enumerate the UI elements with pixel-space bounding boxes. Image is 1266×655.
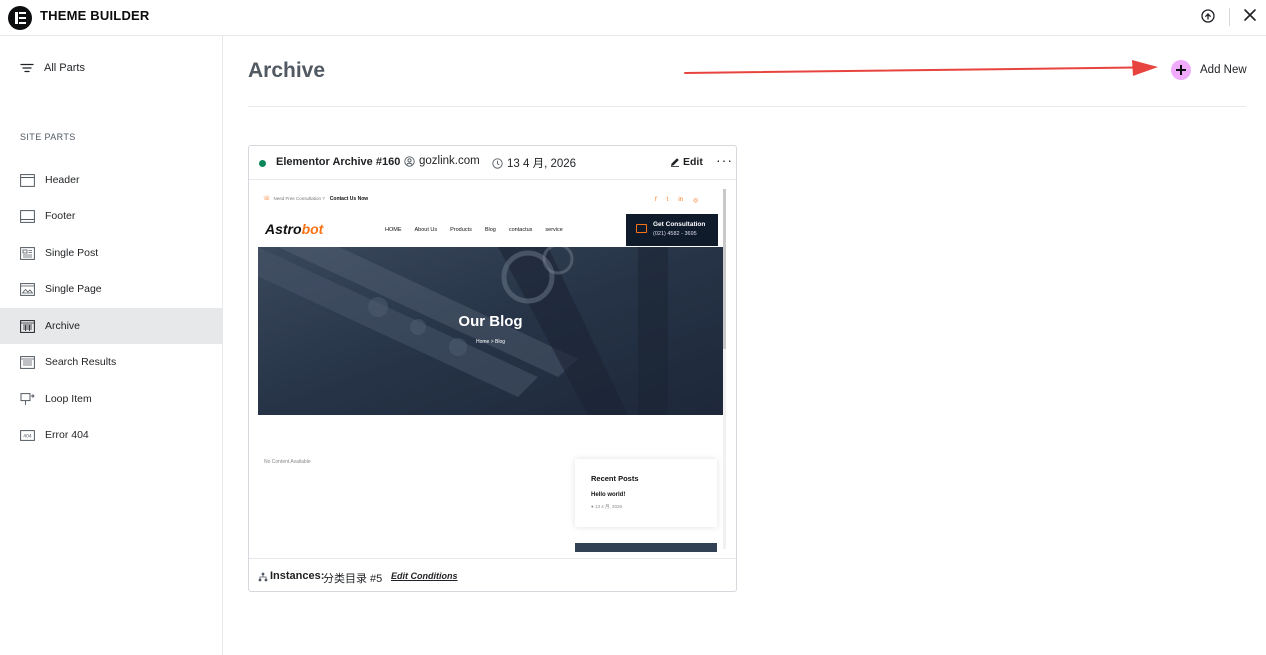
card-footer: Instances: 分类目录 #5 Edit Conditions [249, 558, 736, 591]
template-preview[interactable]: ☏ Need Free Consultation ? Contact Us No… [257, 181, 728, 558]
user-icon [404, 155, 415, 167]
preview-scrollbar-thumb[interactable] [723, 189, 726, 349]
sidebar-item-label: Header [45, 174, 80, 186]
sidebar-item-label: Single Page [45, 283, 102, 295]
filter-lines-icon [20, 63, 34, 73]
sidebar-item-label: Search Results [45, 356, 117, 368]
preview-nav-item: service [545, 227, 563, 233]
sidebar-item-label: Error 404 [45, 429, 89, 441]
edit-label: Edit [683, 156, 703, 168]
preview-recent-date: ● 13 4 月, 2026 [591, 504, 622, 509]
top-separator [1229, 8, 1230, 26]
preview-logo: Astrobot [265, 221, 323, 237]
preview-nav: HOME About Us Products Blog contactus se… [385, 227, 563, 233]
preview-logo-accent: bot [301, 221, 324, 237]
preview-nav-item: Blog [484, 227, 496, 233]
sidebar-item-label: Loop Item [45, 393, 92, 405]
twitter-icon: t [666, 197, 669, 203]
loop-item-icon [20, 392, 35, 405]
sidebar-item-error-404[interactable]: 404 Error 404 [0, 417, 222, 453]
page-title: Archive [248, 59, 326, 82]
search-results-icon [20, 355, 35, 369]
close-icon[interactable] [1242, 7, 1258, 23]
preview-cta-title: Get Consultation [653, 221, 706, 228]
sidebar-item-label: Single Post [45, 247, 99, 259]
preview-social-icons: f t in ◎ [655, 197, 698, 204]
facebook-icon: f [655, 197, 657, 203]
instagram-icon: ◎ [693, 198, 699, 204]
hierarchy-icon [258, 572, 268, 582]
machinery-photo [258, 247, 723, 415]
single-post-icon [20, 246, 35, 260]
template-author: gozlink.com [404, 155, 480, 167]
linkedin-icon: in [678, 197, 684, 203]
preview-hero-title: Our Blog [458, 313, 523, 330]
add-new-label: Add New [1200, 64, 1247, 76]
sidebar-item-label: Archive [45, 320, 81, 332]
sidebar-item-single-post[interactable]: Single Post [0, 235, 222, 271]
chat-icon [636, 224, 647, 233]
elementor-logo-icon [8, 6, 32, 30]
preview-topbar: ☏ Need Free Consultation ? Contact Us No… [263, 195, 369, 203]
sidebar: All Parts SITE PARTS Header Footer Singl… [0, 36, 223, 655]
preview-hero-image: Our Blog Home > Blog [258, 247, 723, 415]
clock-icon [492, 157, 503, 169]
error-404-icon: 404 [20, 429, 35, 441]
all-parts-button[interactable]: All Parts [20, 62, 85, 74]
top-bar: THEME BUILDER [0, 0, 1266, 36]
archive-grid-icon [20, 319, 35, 333]
preview-contact-link: Contact Us Now [329, 195, 369, 202]
svg-text:404: 404 [23, 433, 32, 439]
preview-recent-post: Hello world! [591, 492, 626, 498]
preview-cta-phone: (021) 4582 - 3695 [653, 231, 697, 237]
header-layout-icon [20, 173, 35, 187]
footer-layout-icon [20, 209, 35, 223]
edit-conditions-link[interactable]: Edit Conditions [391, 571, 458, 581]
preview-bottom-widget [575, 543, 717, 552]
sidebar-item-header[interactable]: Header [0, 162, 222, 198]
preview-logo-main: Astro [265, 221, 302, 237]
all-parts-label: All Parts [44, 62, 85, 74]
preview-nav-item: HOME [385, 227, 402, 233]
template-card: Elementor Archive #160 gozlink.com 13 4 … [248, 145, 737, 592]
author-name: gozlink.com [419, 155, 480, 167]
more-options-icon[interactable]: ··· [716, 152, 733, 168]
single-page-icon [20, 282, 35, 296]
plus-icon [1171, 60, 1191, 80]
instances-label: Instances: [270, 570, 325, 582]
site-parts-heading: SITE PARTS [20, 132, 76, 142]
app-title: THEME BUILDER [40, 8, 150, 23]
edit-button[interactable]: Edit [670, 156, 703, 168]
sidebar-item-single-page[interactable]: Single Page [0, 271, 222, 307]
template-name: Elementor Archive #160 [276, 156, 401, 168]
preview-nav-item: Products [450, 227, 472, 233]
title-divider [248, 106, 1246, 107]
preview-recent-posts: Recent Posts Hello world! ● 13 4 月, 2026 [575, 459, 717, 527]
instances-value: 分类目录 #5 [323, 573, 383, 585]
preview-no-content: No Content Available [264, 459, 311, 465]
preview-nav-item: contactus [508, 227, 533, 233]
sidebar-item-footer[interactable]: Footer [0, 198, 222, 234]
sidebar-item-archive[interactable]: Archive [0, 308, 222, 344]
preview-hero-breadcrumb: Home > Blog [475, 339, 506, 345]
template-date: 13 4 月, 2026 [492, 155, 576, 171]
published-status-dot [259, 160, 266, 167]
preview-cta-box: Get Consultation (021) 4582 - 3695 [626, 214, 718, 246]
sidebar-item-loop-item[interactable]: Loop Item [0, 381, 222, 417]
date-value: 13 4 月, 2026 [507, 158, 577, 170]
preview-consult-prompt: Need Free Consultation ? [273, 196, 325, 201]
sidebar-item-label: Footer [45, 210, 76, 222]
add-new-button[interactable]: Add New [1171, 60, 1247, 80]
annotation-arrow [684, 60, 1158, 76]
card-header: Elementor Archive #160 gozlink.com 13 4 … [249, 146, 736, 180]
preview-recent-title: Recent Posts [591, 474, 639, 483]
sidebar-item-search-results[interactable]: Search Results [0, 344, 222, 380]
preview-nav-item: About Us [414, 227, 438, 233]
phone-icon: ☏ [263, 196, 271, 202]
info-icon[interactable] [1200, 8, 1216, 24]
pencil-icon [671, 158, 679, 167]
